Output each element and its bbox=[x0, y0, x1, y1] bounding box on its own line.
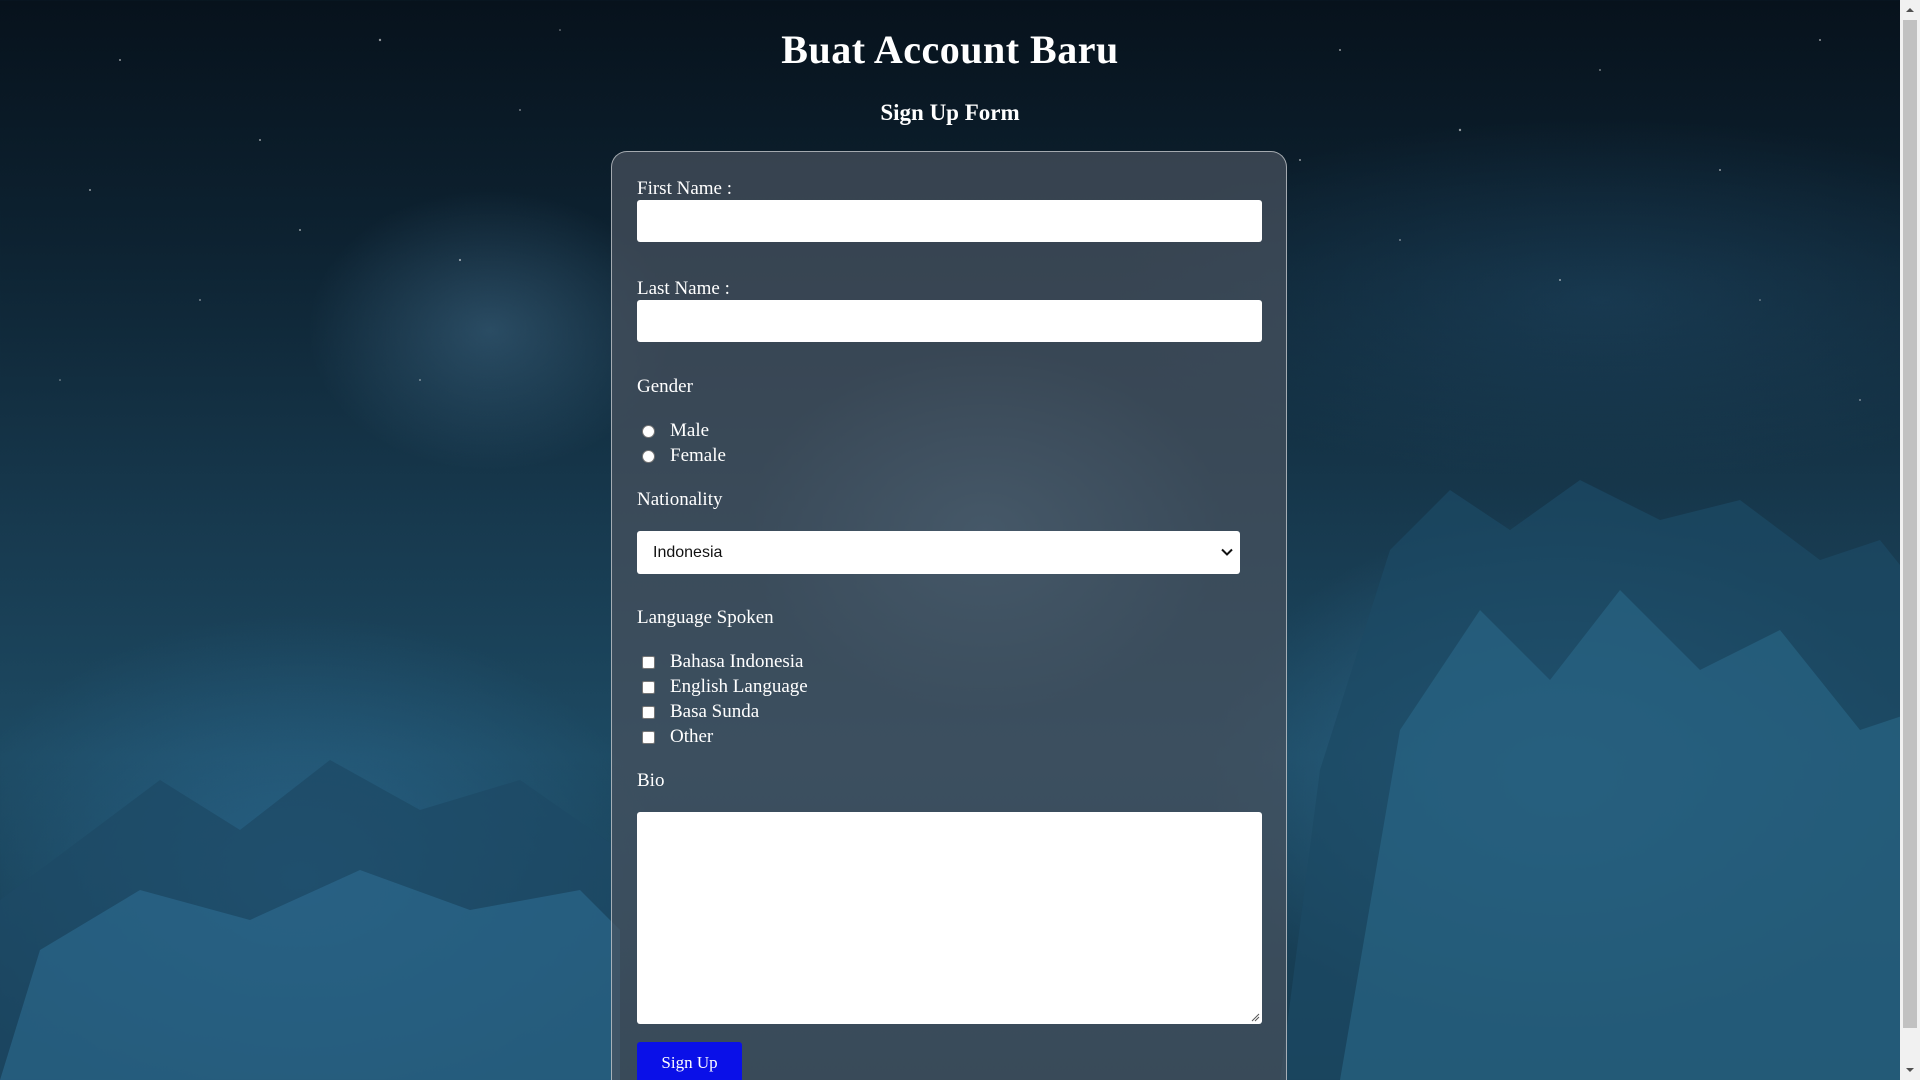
first-name-input[interactable] bbox=[637, 200, 1262, 242]
vertical-scrollbar[interactable] bbox=[1900, 0, 1920, 1080]
gender-label: Gender bbox=[637, 376, 693, 397]
nationality-label: Nationality bbox=[637, 489, 723, 510]
first-name-label: First Name : bbox=[637, 178, 732, 199]
basa-sunda-checkbox[interactable] bbox=[642, 705, 655, 719]
other-checkbox[interactable] bbox=[642, 730, 655, 744]
scroll-up-arrow-icon[interactable] bbox=[1905, 5, 1915, 15]
form-subtitle: Sign Up Form bbox=[880, 100, 1020, 125]
language-option-other[interactable]: Other bbox=[642, 726, 713, 748]
language-option-basa-sunda[interactable]: Basa Sunda bbox=[642, 701, 759, 723]
english-language-label: English Language bbox=[670, 676, 808, 697]
male-label: Male bbox=[670, 420, 710, 441]
nationality-selected-value: Indonesia bbox=[653, 543, 723, 561]
other-label: Other bbox=[670, 726, 714, 747]
scrollbar-thumb[interactable] bbox=[1903, 20, 1917, 1028]
basa-sunda-label: Basa Sunda bbox=[670, 701, 760, 722]
nationality-select[interactable]: Indonesia bbox=[637, 531, 1240, 574]
mountain-right-decoration bbox=[1280, 480, 1920, 1080]
mountain-left-decoration bbox=[0, 760, 620, 1080]
gender-option-female[interactable]: Female bbox=[642, 445, 726, 467]
female-label: Female bbox=[670, 445, 726, 466]
resize-grip-icon[interactable] bbox=[1250, 1012, 1260, 1022]
sign-up-button[interactable]: Sign Up bbox=[637, 1042, 742, 1080]
last-name-input[interactable] bbox=[637, 300, 1262, 342]
signup-form-card: First Name : Last Name : Gender Male Fem… bbox=[611, 151, 1287, 1080]
bio-textarea[interactable] bbox=[637, 812, 1262, 1024]
scroll-down-arrow-icon[interactable] bbox=[1905, 1065, 1915, 1075]
page-title: Buat Account Baru bbox=[781, 27, 1119, 72]
female-radio[interactable] bbox=[642, 449, 655, 463]
language-option-english[interactable]: English Language bbox=[642, 676, 808, 698]
last-name-label: Last Name : bbox=[637, 278, 730, 299]
language-spoken-label: Language Spoken bbox=[637, 607, 774, 628]
bahasa-indonesia-label: Bahasa Indonesia bbox=[670, 651, 804, 672]
male-radio[interactable] bbox=[642, 424, 655, 438]
language-option-bahasa-indonesia[interactable]: Bahasa Indonesia bbox=[642, 651, 803, 673]
gender-option-male[interactable]: Male bbox=[642, 420, 709, 442]
bahasa-indonesia-checkbox[interactable] bbox=[642, 655, 655, 669]
chevron-down-icon bbox=[1221, 548, 1233, 556]
english-language-checkbox[interactable] bbox=[642, 680, 655, 694]
bio-label: Bio bbox=[637, 770, 665, 791]
